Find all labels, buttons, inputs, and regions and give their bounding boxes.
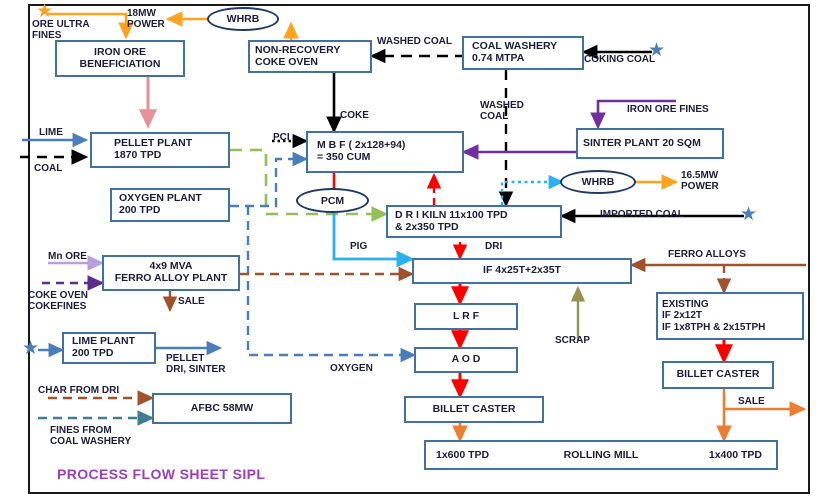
star-icon-lime-plant: ★ — [22, 338, 40, 359]
label-fines-from-coal-washery: FINES FROM COAL WASHERY — [50, 425, 131, 447]
box-dri-kiln[interactable]: D R I KILN 11x100 TPD & 2x350 TPD — [386, 205, 562, 238]
fines-from-coal-washery-line-1: FINES FROM — [50, 425, 112, 436]
coke-oven-cokefines-line-1: COKE OVEN — [28, 290, 89, 301]
ore-ultra-fines-line-1: ORE ULTRA — [32, 19, 90, 30]
box-iron-ore-beneficiation[interactable]: IRON ORE BENEFICIATION — [55, 40, 185, 77]
label-sale-billet: SALE — [738, 396, 765, 407]
label-mn-ore: Mn ORE — [48, 251, 87, 262]
power-165mw-line-1: 16.5MW — [681, 170, 719, 181]
label-coking-coal: COKING COAL — [584, 54, 656, 65]
box-non-recovery-coke-oven[interactable]: NON-RECOVERY COKE OVEN — [248, 40, 372, 73]
coke-oven-line-1: NON-RECOVERY — [255, 43, 341, 56]
label-char-from-dri: CHAR FROM DRI — [38, 385, 120, 396]
box-ferro-alloy-plant[interactable]: 4x9 MVA FERRO ALLOY PLANT — [102, 255, 240, 291]
label-coal: COAL — [34, 163, 63, 174]
process-flow-diagram: ★ ★ ★ ★ WHRB WHRB PCM IRON ORE BENEFICIA… — [0, 0, 818, 500]
label-washed-coal-top: WASHED COAL — [377, 36, 452, 47]
iron-ore-beneficiation-line-1: IRON ORE — [94, 45, 146, 58]
box-billet-caster-right[interactable]: BILLET CASTER — [662, 361, 774, 389]
whrb-right-label: WHRB — [581, 176, 615, 188]
ferro-alloy-plant-line-2: FERRO ALLOY PLANT — [114, 272, 228, 284]
lrf-line-1: L R F — [452, 309, 480, 322]
power-18mw-line-1: 18MW — [127, 8, 156, 19]
sinter-plant-line-1: SINTER PLANT 20 SQM — [583, 136, 701, 149]
dri-kiln-line-2: & 2x350 TPD — [395, 220, 459, 233]
box-sinter-plant[interactable]: SINTER PLANT 20 SQM — [576, 128, 724, 159]
label-dri: DRI — [485, 241, 503, 252]
label-iron-ore-fines: IRON ORE FINES — [627, 104, 709, 115]
label-ore-ultra-fines: ORE ULTRA FINES — [32, 19, 90, 41]
washed-coal-down-line-1: WASHED — [480, 100, 524, 111]
existing-if-line-2: IF 2x12T — [662, 310, 703, 322]
whrb-right-node[interactable]: WHRB — [560, 170, 636, 194]
ore-ultra-fines-line-2: FINES — [32, 30, 62, 42]
label-washed-coal-down: WASHED COAL — [480, 100, 524, 122]
box-existing-if[interactable]: EXISTING IF 2x12T IF 1x8TPH & 2x15TPH — [656, 292, 804, 340]
box-oxygen-plant[interactable]: OXYGEN PLANT 200 TPD — [110, 188, 230, 222]
billet-caster-right-line-1: BILLET CASTER — [676, 368, 760, 381]
aod-line-1: A O D — [451, 353, 481, 366]
existing-if-line-3: IF 1x8TPH & 2x15TPH — [662, 321, 766, 333]
star-icon-imported-coal: ★ — [740, 204, 758, 225]
whrb-top-label: WHRB — [226, 13, 260, 25]
label-pig: PIG — [350, 241, 368, 252]
pellet-plant-line-2: 1870 TPD — [114, 149, 162, 161]
power-165mw-line-2: POWER — [681, 181, 719, 193]
label-pci: PCI — [273, 132, 290, 143]
power-18mw-line-2: POWER — [127, 19, 165, 31]
pcm-label: PCM — [320, 194, 345, 207]
box-mbf[interactable]: M B F ( 2x128+94) = 350 CUM — [306, 131, 464, 173]
label-18mw-power: 18MW POWER — [127, 8, 165, 30]
box-aod[interactable]: A O D — [414, 347, 518, 373]
dri-kiln-line-1: D R I KILN 11x100 TPD — [395, 208, 508, 221]
billet-caster-left-line-1: BILLET CASTER — [432, 402, 516, 415]
rolling-mill-left-capacity: 1x600 TPD — [436, 449, 490, 461]
box-rolling-mill[interactable]: 1x600 TPD ROLLING MILL 1x400 TPD — [424, 440, 778, 470]
box-induction-furnace[interactable]: IF 4x25T+2x35T — [412, 258, 632, 284]
box-afbc[interactable]: AFBC 58MW — [152, 393, 292, 424]
afbc-line-1: AFBC 58MW — [190, 401, 254, 414]
box-lrf[interactable]: L R F — [414, 303, 518, 330]
label-scrap: SCRAP — [555, 335, 591, 346]
pellet-dri-sinter-line-1: PELLET — [166, 353, 205, 364]
coke-oven-cokefines-line-2: COKEFINES — [28, 301, 87, 313]
induction-furnace-line-1: IF 4x25T+2x35T — [483, 264, 561, 277]
coke-oven-line-2: COKE OVEN — [255, 55, 319, 68]
page-title: PROCESS FLOW SHEET SIPL — [57, 466, 266, 482]
washed-coal-down-line-2: COAL — [480, 111, 509, 123]
box-lime-plant[interactable]: LIME PLANT 200 TPD — [62, 332, 156, 364]
label-lime: LIME — [39, 127, 63, 138]
label-coke-oven-cokefines: COKE OVEN COKEFINES — [28, 290, 88, 312]
mbf-line-2: = 350 CUM — [317, 151, 371, 163]
label-165mw-power: 16.5MW POWER — [681, 170, 719, 192]
label-pellet-dri-sinter: PELLET DRI, SINTER — [166, 353, 225, 375]
rolling-mill-title: ROLLING MILL — [563, 449, 639, 461]
lime-plant-line-2: 200 TPD — [72, 347, 114, 359]
pcm-node[interactable]: PCM — [296, 188, 369, 213]
box-billet-caster-left[interactable]: BILLET CASTER — [404, 396, 544, 423]
box-pellet-plant[interactable]: PELLET PLANT 1870 TPD — [90, 132, 230, 168]
label-coke: COKE — [340, 110, 369, 121]
rolling-mill-right-capacity: 1x400 TPD — [708, 449, 762, 461]
label-sale-ferro: SALE — [178, 296, 205, 307]
oxygen-plant-line-2: 200 TPD — [119, 204, 161, 216]
iron-ore-beneficiation-line-2: BENEFICIATION — [79, 57, 161, 70]
whrb-top-node[interactable]: WHRB — [207, 7, 279, 31]
existing-if-line-1: EXISTING — [662, 299, 709, 311]
label-oxygen: OXYGEN — [330, 363, 373, 374]
box-coal-washery[interactable]: COAL WASHERY 0.74 MTPA — [462, 36, 584, 70]
pellet-dri-sinter-line-2: DRI, SINTER — [166, 364, 226, 376]
coal-washery-line-2: 0.74 MTPA — [472, 52, 525, 64]
fines-from-coal-washery-line-2: COAL WASHERY — [50, 436, 132, 448]
label-imported-coal: IMPORTED COAL — [600, 209, 684, 220]
label-ferro-alloys: FERRO ALLOYS — [668, 249, 746, 260]
